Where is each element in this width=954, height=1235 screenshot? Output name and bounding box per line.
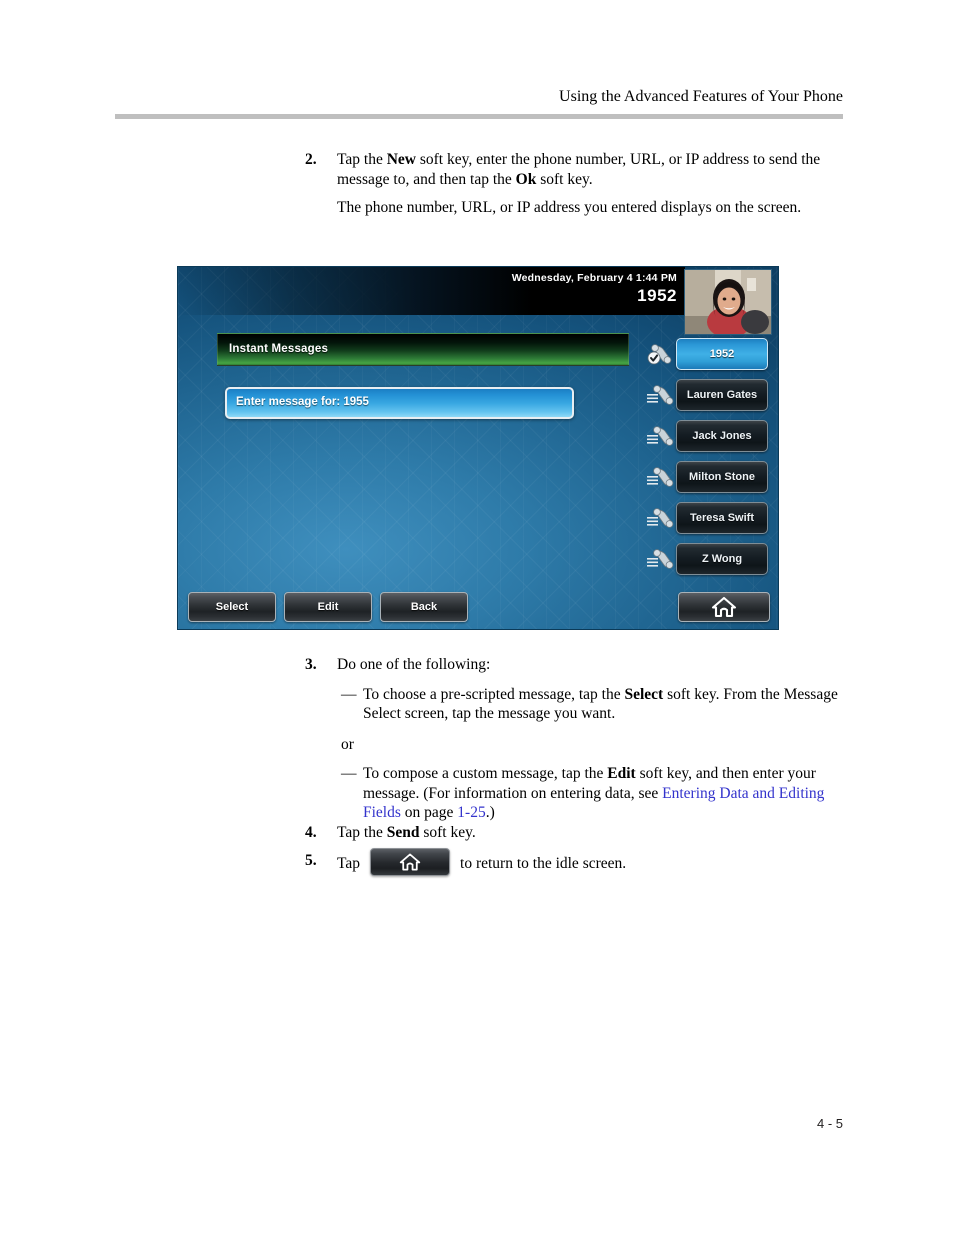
bullet-2-text-a: To compose a custom message, tap the — [363, 765, 608, 782]
dash-mark: — — [341, 765, 357, 782]
page-footer: 4 - 5 — [115, 1116, 843, 1131]
handset-line-icon — [647, 467, 674, 487]
step-4-text-b: soft key. — [419, 824, 476, 841]
line-key-button[interactable]: Jack Jones — [676, 420, 768, 452]
home-soft-key[interactable] — [678, 592, 770, 622]
step-4-number: 4. — [305, 824, 317, 841]
line-key-row: Z Wong — [644, 540, 778, 581]
page-reference-link[interactable]: 1-25 — [457, 804, 485, 821]
step-2-line-2: The phone number, URL, or IP address you… — [337, 199, 802, 216]
step-2: 2. Tap the New soft key, enter the phone… — [305, 150, 840, 218]
message-input-value: Enter message for: 1955 — [236, 396, 369, 408]
user-photo-avatar — [685, 270, 771, 334]
back-soft-key[interactable]: Back — [380, 592, 468, 622]
line-key-label: Milton Stone — [689, 471, 755, 483]
soft-key-label: Select — [215, 601, 249, 613]
step-5: 5. Tap to return to the idle screen. — [305, 848, 845, 876]
step-3-bullet-1: — To choose a pre-scripted message, tap … — [337, 685, 845, 724]
line-key-row: Teresa Swift — [644, 499, 778, 540]
soft-key-label: Back — [410, 601, 438, 613]
line-key-label: Lauren Gates — [686, 389, 758, 401]
step-3-or: or — [341, 735, 354, 753]
line-key-row: Lauren Gates — [644, 376, 778, 417]
line-key-row: Jack Jones — [644, 417, 778, 458]
phone-title-text: Instant Messages — [229, 343, 329, 355]
edit-softkey-ref: Edit — [607, 765, 636, 782]
step-2-text-a: Tap the — [337, 151, 387, 168]
step-3-body: Do one of the following: — To choose a p… — [337, 655, 845, 823]
bullet-2-text-d: .) — [485, 804, 495, 821]
step-4-text-a: Tap the — [337, 824, 387, 841]
handset-line-icon — [647, 385, 674, 405]
select-soft-key[interactable]: Select — [188, 592, 276, 622]
step-4: 4. Tap the Send soft key. — [305, 823, 805, 843]
line-key-button[interactable]: 1952 — [676, 338, 768, 370]
status-extension: 1952 — [637, 286, 677, 305]
status-date-time: Wednesday, February 4 1:44 PM — [511, 272, 677, 284]
line-key-row: 1952 — [644, 335, 778, 376]
line-key-label: Jack Jones — [692, 430, 752, 442]
step-5-body: Tap to return to the idle screen. — [337, 848, 845, 876]
step-4-text: Tap the Send soft key. — [337, 823, 805, 843]
line-key-list: 1952 Lauren Gates Jack Jones Milton Ston… — [644, 335, 778, 581]
home-icon — [711, 596, 737, 618]
step-3-number: 3. — [305, 656, 317, 673]
home-icon — [399, 853, 421, 871]
message-input-field[interactable]: Enter message for: 1955 — [225, 387, 574, 419]
line-key-button[interactable]: Lauren Gates — [676, 379, 768, 411]
step-3: 3. Do one of the following: — To choose … — [305, 655, 845, 823]
line-key-label: Teresa Swift — [690, 512, 754, 524]
step-2-line-1: Tap the New soft key, enter the phone nu… — [337, 150, 840, 189]
page-header-title: Using the Advanced Features of Your Phon… — [559, 88, 843, 105]
bullet-1-text-a: To choose a pre-scripted message, tap th… — [363, 685, 625, 703]
line-key-label: Z Wong — [701, 553, 743, 565]
send-softkey-ref: Send — [386, 824, 420, 841]
new-softkey-ref: New — [386, 151, 416, 168]
inline-home-key-button[interactable] — [370, 848, 451, 876]
step-2-text-c: soft key. — [536, 170, 593, 188]
select-softkey-ref: Select — [624, 685, 664, 703]
dash-mark: — — [341, 685, 357, 703]
phone-title-bar: Instant Messages — [217, 333, 629, 366]
step-3-bullet-1-text: To choose a pre-scripted message, tap th… — [363, 685, 845, 724]
page-header: Using the Advanced Features of Your Phon… — [115, 88, 843, 106]
handset-line-icon — [647, 508, 674, 528]
handset-registered-check-icon — [647, 344, 672, 365]
line-key-label: 1952 — [709, 348, 735, 360]
step-2-body: Tap the New soft key, enter the phone nu… — [337, 150, 840, 218]
edit-soft-key[interactable]: Edit — [284, 592, 372, 622]
line-key-button[interactable]: Teresa Swift — [676, 502, 768, 534]
step-5-number: 5. — [305, 852, 317, 869]
line-key-row: Milton Stone — [644, 458, 778, 499]
avatar — [684, 269, 772, 335]
header-rule — [115, 114, 843, 119]
soft-key-bar: Select Edit Back — [178, 587, 778, 629]
handset-line-icon — [647, 549, 674, 569]
phone-screen-figure: Wednesday, February 4 1:44 PM 1952 Insta… — [178, 267, 778, 629]
bullet-2-text-c: on page — [400, 804, 458, 821]
step-2-number: 2. — [305, 151, 317, 168]
ok-softkey-ref: Ok — [515, 170, 537, 188]
step-5-text-a: Tap — [337, 854, 361, 872]
soft-key-label: Edit — [317, 601, 339, 613]
step-3-bullet-2-text: To compose a custom message, tap the Edi… — [363, 764, 845, 823]
line-key-button[interactable]: Milton Stone — [676, 461, 768, 493]
handset-line-icon — [647, 426, 674, 446]
step-3-lead: Do one of the following: — [337, 656, 491, 673]
phone-status-bar: Wednesday, February 4 1:44 PM 1952 — [178, 267, 685, 315]
step-5-text-b: to return to the idle screen. — [460, 854, 627, 872]
step-3-bullet-2: — To compose a custom message, tap the E… — [337, 764, 845, 823]
page-number: 4 - 5 — [816, 1116, 843, 1131]
step-4-body: Tap the Send soft key. — [337, 823, 805, 843]
line-key-button[interactable]: Z Wong — [676, 543, 768, 575]
